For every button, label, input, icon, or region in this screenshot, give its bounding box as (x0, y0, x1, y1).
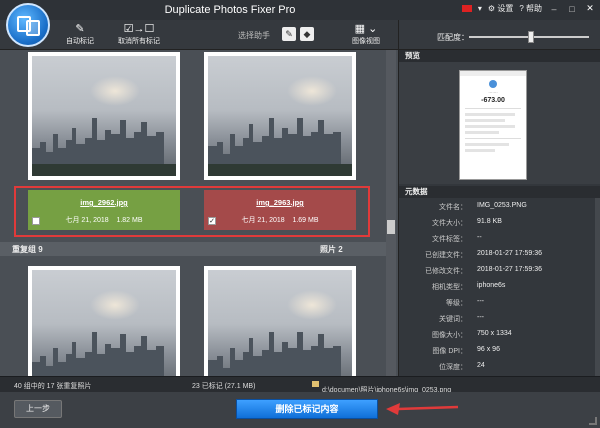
metadata-row: 图像 DPI： 96 x 96 (399, 342, 595, 358)
photo-thumbnail[interactable] (208, 270, 352, 376)
minimize-icon[interactable]: – (548, 4, 560, 14)
title-bar: Duplicate Photos Fixer Pro ▾ ⚙ 设置 ? 帮助 –… (0, 0, 600, 20)
metadata-row: 相机类型： iphone6s (399, 278, 595, 294)
metadata-row: 等级： --- (399, 294, 595, 310)
annotation-arrow-icon (386, 403, 459, 415)
status-path: d:\documen\照片\iphone6s\img_0253.png (312, 381, 451, 394)
preview-section-title: 预览 (399, 50, 600, 62)
match-level-slider-thumb[interactable] (528, 31, 535, 43)
preview-app-logo-icon (489, 80, 497, 88)
status-groups: 40 组中的 17 张重复照片 (14, 383, 92, 390)
metadata-value: --- (477, 314, 484, 321)
image-view-button[interactable]: ▦ ⌄ 图像视图 (352, 22, 380, 46)
toolbar: ✎ 自动标记 ☑→☐ 取消所有标记 选择助手 ✎ ◆ ▦ ⌄ 图像视图 (0, 20, 398, 50)
metadata-key: 已创建文件： (425, 252, 467, 259)
unmark-all-label: 取消所有标记 (118, 38, 160, 45)
assistant-eraser-icon[interactable]: ◆ (300, 27, 314, 41)
photo-card[interactable] (204, 52, 356, 180)
metadata-key: 关键词： (439, 316, 467, 323)
magic-wand-icon: ✎ (75, 23, 85, 35)
metadata-value: --- (477, 298, 484, 305)
grid-scrollbar-thumb[interactable] (387, 220, 395, 234)
metadata-key: 图像大小： (432, 332, 467, 339)
settings-menu[interactable]: ⚙ 设置 (488, 3, 513, 14)
metadata-row: 图像大小： 750 x 1334 (399, 326, 595, 342)
bottom-bar: 上一步 删除已标记内容 (0, 392, 600, 428)
metadata-key: 文件标签： (432, 236, 467, 243)
metadata-key: 文件大小： (432, 220, 467, 227)
metadata-value: 96 x 96 (477, 346, 500, 353)
auto-mark-button[interactable]: ✎ 自动标记 (66, 22, 94, 46)
maximize-icon[interactable]: □ (566, 4, 578, 14)
metadata-value: 2018-01-27 17:59:36 (477, 266, 542, 273)
metadata-row: 文件大小： 91.8 KB (399, 214, 595, 230)
match-level-slider[interactable] (469, 31, 589, 43)
delete-marked-button[interactable]: 删除已标记内容 (236, 399, 378, 419)
photo-card[interactable] (28, 52, 180, 180)
grid-view-icon: ▦ ⌄ (354, 23, 378, 35)
resize-grip-icon[interactable] (589, 417, 597, 425)
metadata-value: IMG_0253.PNG (477, 202, 527, 209)
metadata-row: 文件标签： -- (399, 230, 595, 246)
app-logo-icon (6, 3, 50, 47)
auto-mark-label: 自动标记 (66, 38, 94, 45)
metadata-scrollbar[interactable] (595, 198, 600, 376)
metadata-value: -- (477, 234, 482, 241)
settings-label: 设置 (497, 4, 514, 13)
status-marked: 23 已标记 (27.1 MB) (192, 383, 256, 390)
metadata-list: 文件名： IMG_0253.PNG 文件大小： 91.8 KB 文件标签： -- 已创建文件… (399, 198, 595, 376)
language-flag-icon[interactable] (461, 5, 472, 12)
metadata-value: 24 (477, 362, 485, 369)
match-level-row: 匹配度： (398, 20, 600, 50)
group-photo-count: 照片 2 (320, 245, 343, 254)
help-menu[interactable]: ? 帮助 (519, 3, 542, 14)
back-button[interactable]: 上一步 (14, 400, 62, 418)
metadata-section-title: 元数据 (399, 186, 600, 198)
preview-area: ······· -673.00 (399, 62, 600, 184)
help-label: 帮助 (526, 4, 542, 13)
title-bar-controls: ▾ ⚙ 设置 ? 帮助 – □ ✕ (461, 3, 596, 14)
app-title: Duplicate Photos Fixer Pro (164, 4, 296, 16)
preview-image[interactable]: ······· -673.00 (459, 70, 527, 180)
assistant-wand-icon[interactable]: ✎ (282, 27, 296, 41)
photo-grid: img_2962.jpg 七月 21, 2018 1.82 MB img_296… (0, 50, 398, 376)
duplicate-group-header[interactable]: 重复组 9 照片 2 (0, 242, 386, 256)
metadata-key: 文件名： (439, 204, 467, 211)
metadata-value: 750 x 1334 (477, 330, 512, 337)
metadata-key: 等级： (446, 300, 467, 307)
photo-thumbnail[interactable] (208, 56, 352, 176)
folder-icon (312, 381, 319, 387)
close-icon[interactable]: ✕ (584, 3, 596, 14)
metadata-row: 已创建文件： 2018-01-27 17:59:36 (399, 246, 595, 262)
metadata-key: 位深度： (439, 364, 467, 371)
metadata-row: 关键词： --- (399, 310, 595, 326)
unmark-all-button[interactable]: ☑→☐ 取消所有标记 (118, 22, 160, 46)
metadata-key: 图像 DPI： (432, 348, 467, 355)
photo-card[interactable] (28, 266, 180, 376)
selection-assistant-label: 选择助手 (238, 31, 270, 40)
metadata-key: 相机类型： (432, 284, 467, 291)
metadata-key: 已修改文件： (425, 268, 467, 275)
group-name: 重复组 9 (12, 245, 43, 254)
image-view-label: 图像视图 (352, 38, 380, 45)
status-bar: 40 组中的 17 张重复照片 23 已标记 (27.1 MB) d:\docu… (0, 376, 600, 394)
metadata-value: 2018-01-27 17:59:36 (477, 250, 542, 257)
details-panel: 预览 ······· -673.00 元数据 文件名： IMG_0253.PNG 文… (398, 50, 600, 376)
photo-thumbnail[interactable] (32, 56, 176, 176)
metadata-value: 91.8 KB (477, 218, 502, 225)
metadata-row: 位深度： 24 (399, 358, 595, 374)
preview-amount: -673.00 (481, 97, 505, 104)
grid-scrollbar[interactable] (386, 50, 396, 376)
metadata-value: iphone6s (477, 282, 506, 289)
metadata-row: 文件名： IMG_0253.PNG (399, 198, 595, 214)
language-dropdown-icon[interactable]: ▾ (478, 4, 482, 13)
photo-card[interactable] (204, 266, 356, 376)
metadata-row: 已修改文件： 2018-01-27 17:59:36 (399, 262, 595, 278)
photo-thumbnail[interactable] (32, 270, 176, 376)
match-level-label: 匹配度： (437, 33, 469, 42)
checkbox-arrow-icon: ☑→☐ (123, 23, 155, 35)
annotation-highlight-box (14, 186, 370, 237)
